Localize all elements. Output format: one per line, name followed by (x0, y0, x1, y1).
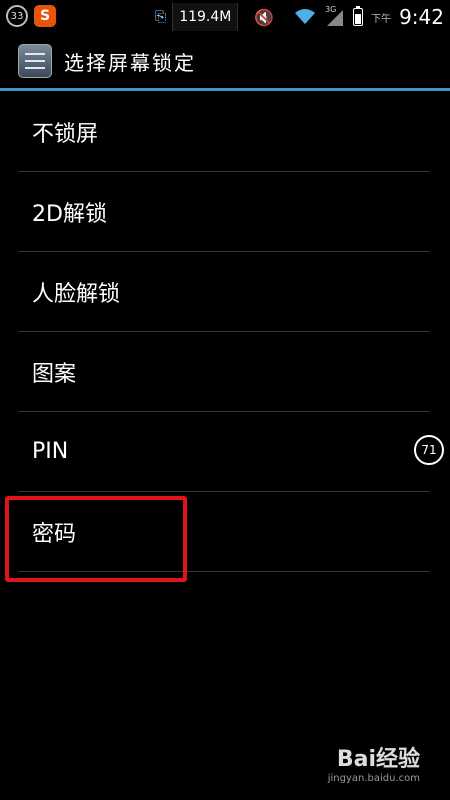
option-label: 2D解锁 (32, 201, 107, 227)
ampm-label: 下午 (371, 13, 392, 25)
memory-value: 119.4M (179, 9, 232, 25)
usb-icon: ⎘ (155, 9, 167, 25)
mute-icon: 🔇 (254, 7, 275, 27)
highlight-box (5, 496, 187, 582)
option-pin[interactable]: PIN (18, 412, 430, 492)
clock: 9:42 (399, 5, 444, 29)
action-bar: 选择屏幕锁定 (0, 34, 450, 88)
wifi-icon (295, 9, 316, 24)
action-bar-divider (0, 88, 450, 91)
option-label: 图案 (32, 361, 77, 387)
signal-icon: 3G (325, 5, 345, 27)
settings-app-icon[interactable] (18, 44, 52, 78)
status-bar: 33 S ⎘ 119.4M 🔇 3G 下午 9:42 (0, 0, 450, 34)
notification-count-icon: 33 (6, 5, 28, 27)
status-left: 33 S (6, 5, 56, 27)
floating-counter-badge[interactable]: 71 (414, 435, 444, 465)
status-right: 3G 下午 9:42 (293, 0, 444, 34)
watermark: Bai经验 jingyan.baidu.com (328, 741, 420, 784)
status-center: ⎘ 119.4M 🔇 (155, 0, 274, 34)
page-title: 选择屏幕锁定 (64, 50, 196, 75)
watermark-url: jingyan.baidu.com (327, 773, 420, 784)
memory-indicator: 119.4M (172, 3, 239, 31)
option-label: PIN (32, 439, 69, 464)
option-2d-unlock[interactable]: 2D解锁 (18, 172, 430, 252)
watermark-brand: Bai经验 (336, 747, 420, 772)
sogou-icon: S (34, 5, 56, 27)
battery-fill (355, 13, 362, 24)
option-pattern[interactable]: 图案 (18, 332, 430, 412)
option-label: 人脸解锁 (32, 281, 121, 307)
option-none[interactable]: 不锁屏 (18, 92, 430, 172)
battery-icon (353, 6, 364, 26)
option-face-unlock[interactable]: 人脸解锁 (18, 252, 430, 332)
option-label: 不锁屏 (32, 121, 99, 147)
